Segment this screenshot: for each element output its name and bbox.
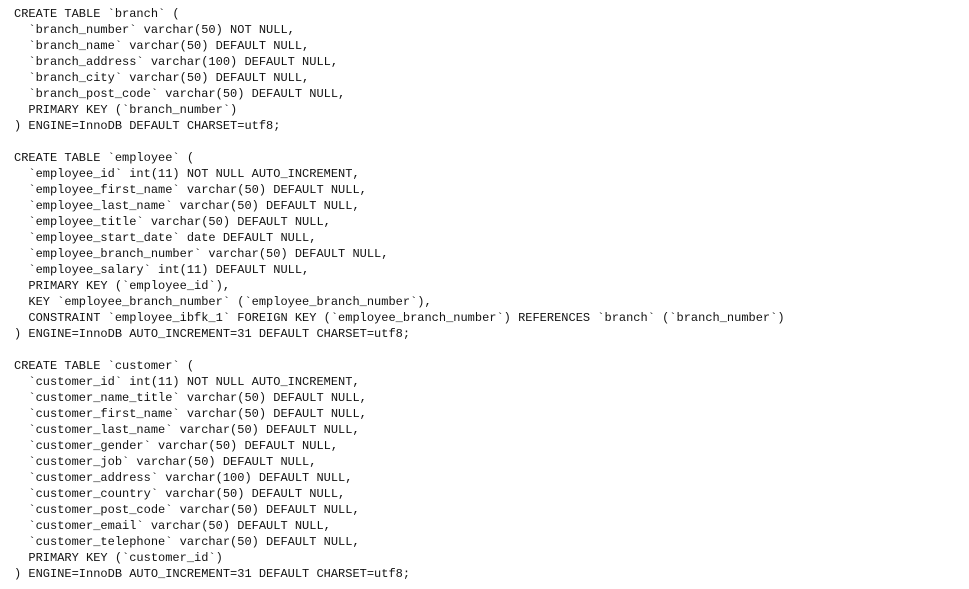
code-line: `customer_name_title` varchar(50) DEFAUL…	[14, 391, 367, 405]
code-line: CREATE TABLE `customer` (	[14, 359, 195, 373]
code-line: ) ENGINE=InnoDB AUTO_INCREMENT=31 DEFAUL…	[14, 567, 411, 581]
code-line: `customer_telephone` varchar(50) DEFAULT…	[14, 535, 360, 549]
code-line: `employee_start_date` date DEFAULT NULL,	[14, 231, 317, 245]
code-line: `branch_address` varchar(100) DEFAULT NU…	[14, 55, 339, 69]
code-line: `customer_country` varchar(50) DEFAULT N…	[14, 487, 346, 501]
code-line: `employee_branch_number` varchar(50) DEF…	[14, 247, 389, 261]
code-line: `customer_job` varchar(50) DEFAULT NULL,	[14, 455, 317, 469]
code-line: `branch_name` varchar(50) DEFAULT NULL,	[14, 39, 310, 53]
code-line: `employee_id` int(11) NOT NULL AUTO_INCR…	[14, 167, 360, 181]
code-line: `customer_address` varchar(100) DEFAULT …	[14, 471, 353, 485]
code-line: `branch_post_code` varchar(50) DEFAULT N…	[14, 87, 346, 101]
code-line: `customer_gender` varchar(50) DEFAULT NU…	[14, 439, 339, 453]
code-line: ) ENGINE=InnoDB DEFAULT CHARSET=utf8;	[14, 119, 281, 133]
code-line: `customer_email` varchar(50) DEFAULT NUL…	[14, 519, 331, 533]
code-line: PRIMARY KEY (`branch_number`)	[14, 103, 238, 117]
sql-code-block: CREATE TABLE `branch` ( `branch_number` …	[14, 6, 785, 582]
code-line: PRIMARY KEY (`employee_id`),	[14, 279, 231, 293]
code-line: PRIMARY KEY (`customer_id`)	[14, 551, 223, 565]
code-line: `customer_post_code` varchar(50) DEFAULT…	[14, 503, 360, 517]
code-line: `employee_salary` int(11) DEFAULT NULL,	[14, 263, 310, 277]
code-line: CREATE TABLE `branch` (	[14, 7, 180, 21]
code-line: CREATE TABLE `employee` (	[14, 151, 195, 165]
code-line: `customer_last_name` varchar(50) DEFAULT…	[14, 423, 360, 437]
code-line: `employee_title` varchar(50) DEFAULT NUL…	[14, 215, 331, 229]
code-line: KEY `employee_branch_number` (`employee_…	[14, 295, 432, 309]
code-line: `branch_city` varchar(50) DEFAULT NULL,	[14, 71, 310, 85]
code-line: `customer_first_name` varchar(50) DEFAUL…	[14, 407, 367, 421]
code-line: `employee_first_name` varchar(50) DEFAUL…	[14, 183, 367, 197]
code-line: `employee_last_name` varchar(50) DEFAULT…	[14, 199, 360, 213]
code-line: `branch_number` varchar(50) NOT NULL,	[14, 23, 295, 37]
code-line: `customer_id` int(11) NOT NULL AUTO_INCR…	[14, 375, 360, 389]
code-line: ) ENGINE=InnoDB AUTO_INCREMENT=31 DEFAUL…	[14, 327, 411, 341]
code-line: CONSTRAINT `employee_ibfk_1` FOREIGN KEY…	[14, 311, 785, 325]
